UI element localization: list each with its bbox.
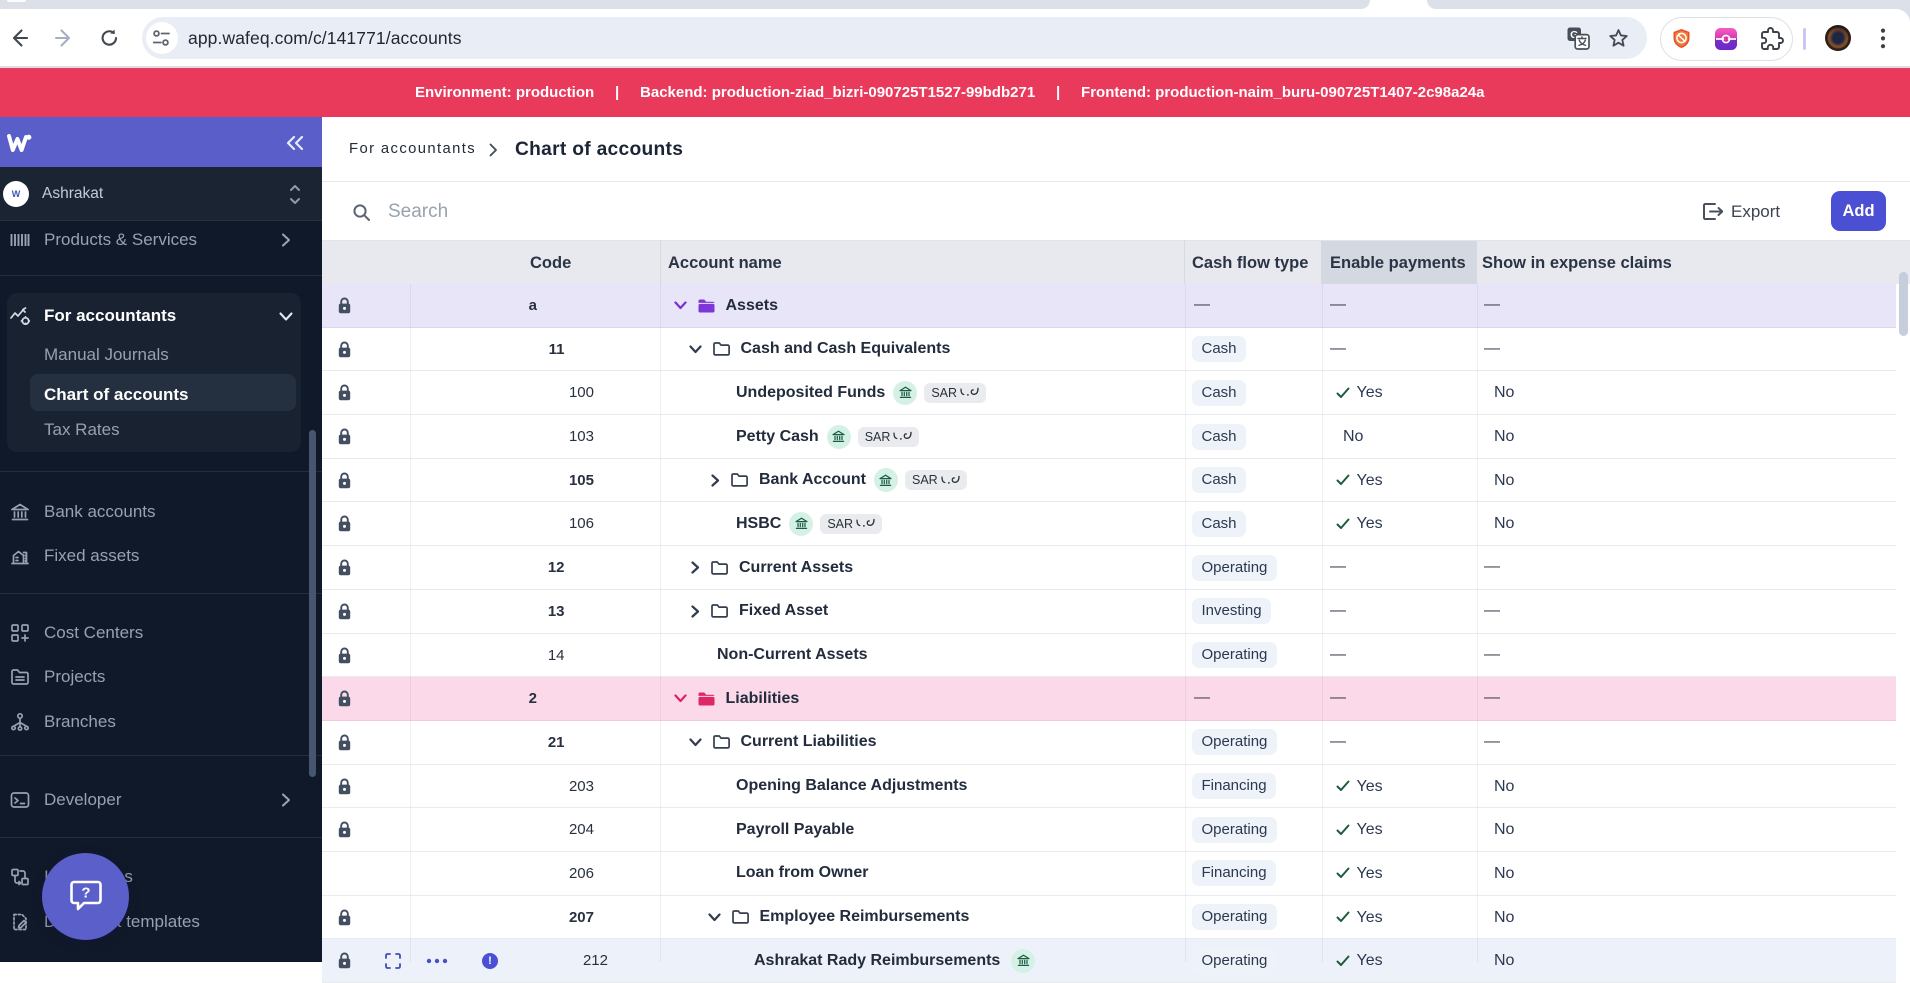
svg-text:?: ? [81,885,90,902]
